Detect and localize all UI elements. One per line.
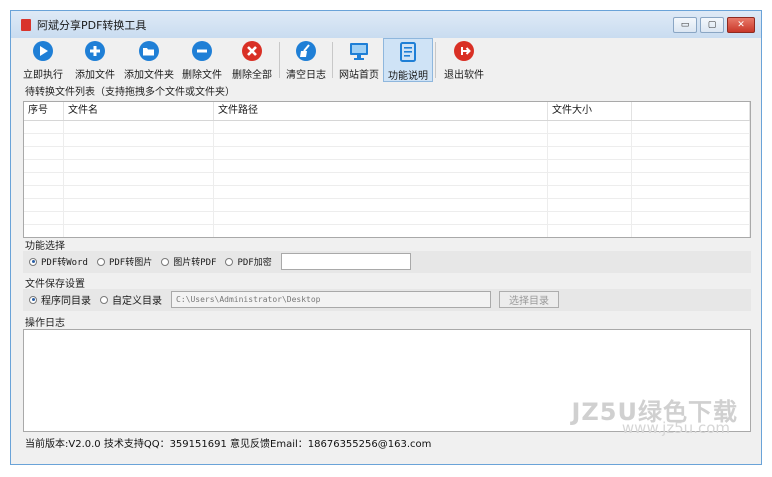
radio-dot <box>161 257 170 266</box>
radio-label: 自定义目录 <box>112 296 162 307</box>
watermark-url: www.jz5u.com <box>621 419 730 437</box>
radio-dot <box>29 257 37 266</box>
radio-custom-dir[interactable]: 自定义目录 <box>100 292 162 307</box>
save-path-field[interactable]: C:\Users\Administrator\Desktop <box>171 291 491 308</box>
add-file-label: 添加文件 <box>75 70 115 81</box>
radio-program-dir[interactable]: 程序同目录 <box>29 292 91 307</box>
play-icon <box>32 40 54 62</box>
password-input[interactable] <box>280 253 411 270</box>
table-row <box>24 225 750 237</box>
run-now-button[interactable]: 立即执行 <box>17 38 69 82</box>
pdf-app-icon <box>21 18 31 31</box>
table-row <box>24 212 750 225</box>
help-label: 功能说明 <box>388 71 428 82</box>
document-icon <box>397 41 419 63</box>
radio-pdf-encrypt[interactable]: PDF加密 <box>225 255 272 268</box>
clear-log-button[interactable]: 清空日志 <box>282 38 330 82</box>
add-folder-label: 添加文件夹 <box>124 70 174 81</box>
minimize-button[interactable]: ▭ <box>673 17 697 33</box>
delete-all-button[interactable]: 删除全部 <box>227 38 277 82</box>
file-list-label: 待转换文件列表（支持拖拽多个文件或文件夹） <box>25 87 235 98</box>
toolbar: 立即执行 添加文件 添加文件夹 删除文件 删除全部 清空日志 网站首页 功能说明… <box>17 38 490 82</box>
website-home-button[interactable]: 网站首页 <box>335 38 383 82</box>
title-bar: 阿斌分享PDF转换工具 ▭ ▢ ✕ <box>11 11 761 38</box>
table-row <box>24 134 750 147</box>
table-row <box>24 186 750 199</box>
toolbar-separator <box>332 42 333 78</box>
monitor-icon <box>348 40 370 62</box>
table-row <box>24 160 750 173</box>
add-file-button[interactable]: 添加文件 <box>69 38 121 82</box>
window-title: 阿斌分享PDF转换工具 <box>37 18 147 32</box>
clear-log-label: 清空日志 <box>286 70 326 81</box>
add-folder-button[interactable]: 添加文件夹 <box>121 38 177 82</box>
table-row <box>24 173 750 186</box>
run-now-label: 立即执行 <box>23 70 63 81</box>
file-list-header: 序号 文件名 文件路径 文件大小 <box>24 102 750 121</box>
help-button[interactable]: 功能说明 <box>383 38 433 82</box>
radio-image-to-pdf[interactable]: 图片转PDF <box>161 255 216 268</box>
radio-dot <box>29 295 37 304</box>
operation-log-label: 操作日志 <box>25 318 65 329</box>
function-options: PDF转Word PDF转图片 图片转PDF PDF加密 <box>29 253 411 270</box>
folder-icon <box>138 40 160 62</box>
broom-icon <box>295 40 317 62</box>
file-list-table[interactable]: 序号 文件名 文件路径 文件大小 <box>23 101 751 238</box>
status-bar: 当前版本:V2.0.0 技术支持QQ：359151691 意见反馈Email：1… <box>25 439 432 450</box>
radio-dot <box>100 295 108 304</box>
function-select-label: 功能选择 <box>25 241 65 252</box>
table-row <box>24 199 750 212</box>
radio-dot <box>96 257 105 266</box>
minus-icon <box>191 40 213 62</box>
choose-directory-button[interactable]: 选择目录 <box>499 291 559 308</box>
save-settings-label: 文件保存设置 <box>25 279 85 290</box>
exit-label: 退出软件 <box>444 70 484 81</box>
column-header-filename[interactable]: 文件名 <box>64 102 214 120</box>
website-home-label: 网站首页 <box>339 70 379 81</box>
delete-all-icon <box>241 40 263 62</box>
radio-label: PDF加密 <box>237 258 272 268</box>
radio-dot <box>225 257 234 266</box>
table-row <box>24 147 750 160</box>
delete-file-label: 删除文件 <box>182 70 222 81</box>
exit-icon <box>453 40 475 62</box>
radio-label: PDF转Word <box>41 258 88 268</box>
close-button[interactable]: ✕ <box>727 17 755 33</box>
toolbar-separator <box>435 42 436 78</box>
exit-button[interactable]: 退出软件 <box>438 38 490 82</box>
column-header-index[interactable]: 序号 <box>24 102 64 120</box>
radio-pdf-to-image[interactable]: PDF转图片 <box>96 255 153 268</box>
radio-label: PDF转图片 <box>108 258 153 268</box>
delete-file-button[interactable]: 删除文件 <box>177 38 227 82</box>
radio-label: 图片转PDF <box>173 258 217 268</box>
save-options: 程序同目录 自定义目录 C:\Users\Administrator\Deskt… <box>29 291 559 308</box>
column-header-empty <box>632 102 750 120</box>
table-row <box>24 121 750 134</box>
column-header-filepath[interactable]: 文件路径 <box>214 102 548 120</box>
plus-icon <box>84 40 106 62</box>
delete-all-label: 删除全部 <box>232 70 272 81</box>
maximize-button[interactable]: ▢ <box>700 17 724 33</box>
column-header-filesize[interactable]: 文件大小 <box>548 102 632 120</box>
toolbar-separator <box>279 42 280 78</box>
radio-pdf-to-word[interactable]: PDF转Word <box>29 255 88 268</box>
radio-label: 程序同目录 <box>41 296 91 307</box>
